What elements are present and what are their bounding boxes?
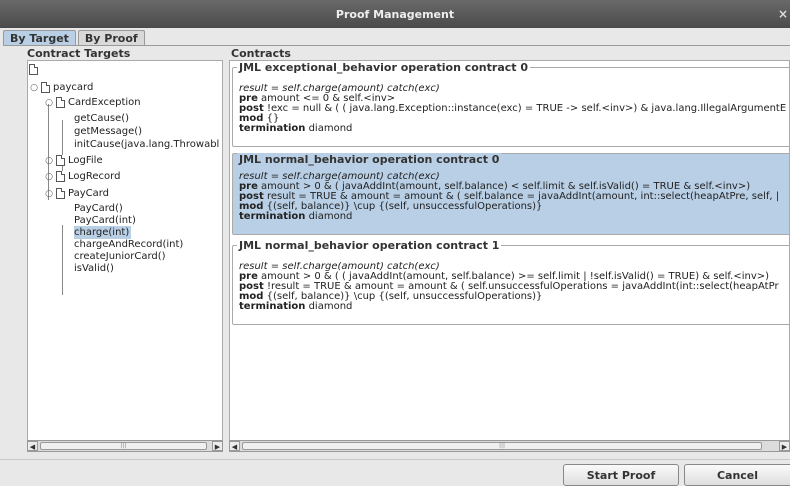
document-icon — [56, 155, 65, 166]
contract-title: JML normal_behavior operation contract 1 — [237, 239, 502, 252]
scroll-thumb[interactable]: ||| — [242, 442, 762, 450]
expanded-toggle-icon[interactable]: ○ — [44, 189, 54, 199]
tree-item-logfile[interactable]: ○ LogFile — [44, 154, 103, 167]
right-horizontal-scrollbar[interactable]: ◀ ||| ▶ — [229, 440, 790, 452]
tree-item-root[interactable] — [29, 63, 41, 76]
contract-card[interactable]: JML exceptional_behavior operation contr… — [232, 61, 789, 147]
contract-body: result = self.charge(amount) catch(exc) … — [239, 84, 789, 134]
tree-item-method[interactable]: getMessage() — [74, 125, 142, 138]
tree-item-paycard-package[interactable]: ○ paycard — [29, 81, 93, 94]
tree-item-method[interactable]: isValid() — [74, 262, 114, 275]
scroll-right-arrow-icon[interactable]: ▶ — [212, 441, 223, 451]
document-icon — [41, 82, 50, 93]
document-icon — [56, 188, 65, 199]
tree-connector — [48, 104, 49, 200]
contract-title: JML exceptional_behavior operation contr… — [237, 61, 531, 74]
contract-targets-label: Contract Targets — [27, 47, 131, 60]
left-horizontal-scrollbar[interactable]: ◀ ||| ▶ — [27, 440, 223, 452]
tree-item-method[interactable]: initCause(java.lang.Throwabl — [74, 138, 219, 151]
contract-termination-line: termination diamond — [239, 123, 353, 134]
collapsed-toggle-icon[interactable]: ○ — [44, 172, 54, 182]
contract-card-selected[interactable]: JML normal_behavior operation contract 0… — [232, 153, 789, 235]
tab-by-proof[interactable]: By Proof — [77, 30, 145, 46]
contract-body: result = self.charge(amount) catch(exc) … — [239, 262, 789, 312]
tab-divider — [3, 45, 790, 46]
tree-item-logrecord[interactable]: ○ LogRecord — [44, 170, 120, 183]
cancel-button[interactable]: Cancel — [684, 464, 790, 486]
scroll-thumb[interactable]: ||| — [40, 442, 207, 450]
tab-strip: By Target By Proof — [3, 30, 147, 46]
scroll-left-arrow-icon[interactable]: ◀ — [229, 441, 240, 451]
window-title: Proof Management — [335, 7, 455, 21]
scroll-right-arrow-icon[interactable]: ▶ — [779, 441, 790, 451]
tree-item-cardexception[interactable]: ○ CardException — [44, 96, 141, 109]
tree-item-paycard-class[interactable]: ○ PayCard — [44, 187, 109, 200]
document-icon — [56, 97, 65, 108]
contract-title: JML normal_behavior operation contract 0 — [237, 153, 502, 166]
start-proof-button[interactable]: Start Proof — [563, 464, 679, 486]
close-icon[interactable]: × — [778, 7, 788, 21]
contracts-list[interactable]: JML exceptional_behavior operation contr… — [229, 60, 790, 450]
document-icon — [56, 171, 65, 182]
contract-post-line: post !exc = null & ( ( java.lang.Excepti… — [239, 103, 787, 114]
document-icon — [29, 64, 38, 75]
contract-body: result = self.charge(amount) catch(exc) … — [239, 172, 789, 222]
contract-termination-line: termination diamond — [239, 301, 353, 312]
contract-targets-tree[interactable]: ○ paycard ○ CardException getCause() get… — [27, 60, 223, 450]
contract-termination-line: termination diamond — [239, 211, 353, 222]
scroll-left-arrow-icon[interactable]: ◀ — [27, 441, 38, 451]
tab-by-target[interactable]: By Target — [3, 30, 76, 46]
contracts-label: Contracts — [231, 47, 291, 60]
expanded-toggle-icon[interactable]: ○ — [29, 83, 39, 93]
title-bar: Proof Management × — [0, 0, 790, 28]
expanded-toggle-icon[interactable]: ○ — [44, 98, 54, 108]
tree-item-method[interactable]: getCause() — [74, 112, 129, 125]
contract-card[interactable]: JML normal_behavior operation contract 1… — [232, 239, 789, 325]
collapsed-toggle-icon[interactable]: ○ — [44, 156, 54, 166]
button-bar-separator — [0, 459, 790, 460]
tree-connector — [62, 225, 63, 295]
